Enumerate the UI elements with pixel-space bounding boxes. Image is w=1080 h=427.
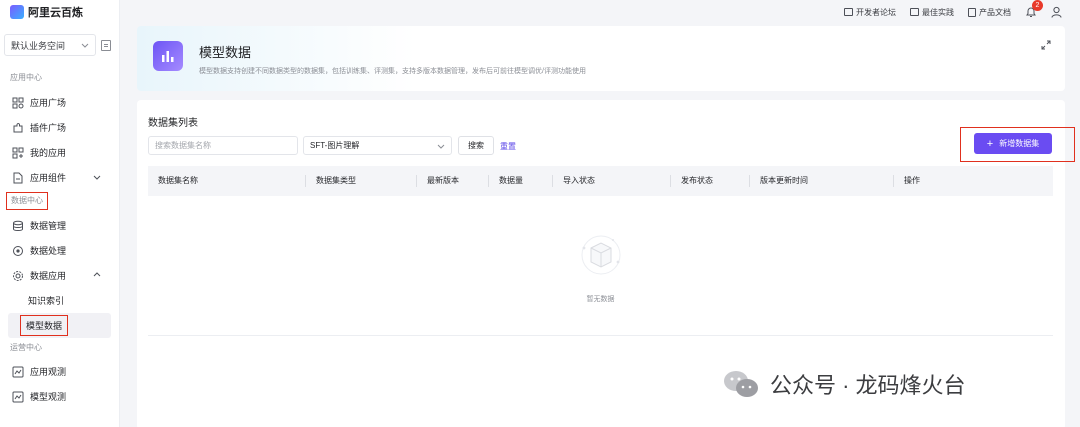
wechat-icon (724, 371, 758, 397)
column-divider (670, 175, 671, 187)
sidebar-item-label: 数据应用 (30, 271, 67, 281)
top-bar: 开发者论坛 最佳实践 产品文档 2 (120, 0, 1080, 24)
sidebar-item-label: 插件广场 (30, 123, 67, 133)
link-label: 最佳实践 (922, 7, 954, 17)
chevron-down-icon (93, 175, 101, 180)
column-header: 数据量 (499, 176, 523, 185)
puzzle-icon (12, 122, 24, 134)
section-ops-center: 运营中心 (10, 343, 42, 352)
chevron-down-icon (81, 43, 89, 48)
document-icon[interactable] (101, 39, 111, 51)
empty-text: 暂无数据 (586, 296, 615, 303)
section-data-center: 数据中心 (6, 192, 48, 210)
grid-icon (12, 97, 24, 109)
monitor-icon (12, 391, 24, 403)
selected-type: SFT-图片理解 (310, 141, 360, 150)
practice-icon (910, 8, 919, 16)
sidebar-item-label: 模型数据 (20, 315, 69, 336)
chevron-down-icon (437, 144, 445, 149)
column-header: 导入状态 (563, 176, 595, 185)
column-divider (305, 175, 306, 187)
link-product-docs[interactable]: 产品文档 (968, 7, 1011, 18)
watermark: 公众号 · 龙码烽火台 (722, 368, 966, 400)
component-icon (12, 172, 24, 184)
sidebar-item-data-application[interactable]: 数据应用 (0, 263, 119, 288)
sidebar-item-model-data[interactable]: 模型数据 (8, 313, 111, 338)
chevron-up-icon (93, 272, 101, 277)
app-logo[interactable]: 阿里云百炼 (0, 0, 119, 24)
column-divider (749, 175, 750, 187)
sidebar-item-label: 应用观测 (30, 367, 67, 377)
page-header-card: 模型数据 模型数据支持创建不同数据类型的数据集，包括训练集、评测集，支持多版本数… (137, 26, 1065, 91)
database-icon (12, 220, 24, 232)
column-divider (416, 175, 417, 187)
sidebar-item-my-apps[interactable]: 我的应用 (0, 140, 119, 165)
collapse-icon[interactable] (1041, 40, 1051, 50)
sidebar-item-label: 我的应用 (30, 148, 67, 158)
sidebar-item-data-management[interactable]: 数据管理 (0, 213, 119, 238)
sidebar-item-label: 知识索引 (28, 296, 65, 306)
link-best-practice[interactable]: 最佳实践 (910, 7, 954, 18)
sidebar-item-label: 应用组件 (30, 173, 67, 183)
section-app-center: 应用中心 (10, 73, 42, 82)
sidebar-item-app-plaza[interactable]: 应用广场 (0, 90, 119, 115)
sidebar-item-app-components[interactable]: 应用组件 (0, 165, 119, 190)
sidebar-item-label: 应用广场 (30, 98, 67, 108)
user-icon[interactable] (1051, 6, 1062, 18)
plus-icon: + (986, 137, 994, 150)
dataset-type-select[interactable]: SFT-图片理解 (303, 136, 452, 155)
list-title: 数据集列表 (148, 118, 198, 129)
add-dataset-label: 新增数据集 (999, 139, 1040, 148)
sidebar-item-knowledge-index[interactable]: 知识索引 (0, 288, 119, 313)
cube-logo-icon (10, 5, 24, 19)
workspace-row: 默认业务空间 (4, 34, 119, 56)
apps-icon (12, 147, 24, 159)
document-icon (968, 7, 976, 17)
notification-badge: 2 (1032, 0, 1043, 11)
column-header: 操作 (904, 176, 920, 185)
process-icon (12, 245, 24, 257)
column-header: 版本更新时间 (760, 176, 808, 185)
workspace-name: 默认业务空间 (11, 40, 66, 51)
app-name: 阿里云百炼 (28, 7, 83, 19)
sidebar-item-model-observe[interactable]: 模型观测 (0, 384, 119, 409)
column-header: 数据集类型 (316, 176, 356, 185)
gear-icon (12, 270, 24, 282)
sidebar-item-plugin-plaza[interactable]: 插件广场 (0, 115, 119, 140)
watermark-text: 公众号 · 龙码烽火台 (770, 373, 966, 398)
add-dataset-button[interactable]: + 新增数据集 (974, 133, 1052, 154)
table-header: 数据集名称 数据集类型 最新版本 数据量 导入状态 发布状态 版本更新时间 操作 (148, 166, 1053, 196)
sidebar-item-label: 数据处理 (30, 246, 67, 256)
page-description: 模型数据支持创建不同数据类型的数据集，包括训练集、评测集，支持多版本数据管理，发… (199, 68, 586, 75)
search-button[interactable]: 搜索 (458, 136, 494, 155)
column-divider (893, 175, 894, 187)
workspace-select[interactable]: 默认业务空间 (4, 34, 96, 56)
sidebar-item-app-observe[interactable]: 应用观测 (0, 359, 119, 384)
sidebar-item-data-processing[interactable]: 数据处理 (0, 238, 119, 263)
column-divider (488, 175, 489, 187)
section-data-center-row: 数据中心 (0, 192, 119, 210)
link-developer-forum[interactable]: 开发者论坛 (844, 7, 896, 18)
monitor-icon (12, 366, 24, 378)
column-header: 数据集名称 (158, 176, 198, 185)
bar-chart-icon (153, 41, 183, 71)
link-label: 开发者论坛 (856, 7, 896, 17)
column-divider (552, 175, 553, 187)
empty-state: 暂无数据 (148, 196, 1053, 336)
sidebar-item-label: 数据管理 (30, 221, 67, 231)
reset-link[interactable]: 重置 (500, 141, 516, 152)
forum-icon (844, 8, 853, 16)
link-label: 产品文档 (979, 7, 1011, 17)
column-header: 发布状态 (681, 176, 713, 185)
sidebar-item-label: 模型观测 (30, 392, 67, 402)
column-header: 最新版本 (427, 176, 459, 185)
notification-button[interactable]: 2 (1025, 0, 1043, 18)
page-title: 模型数据 (199, 45, 252, 60)
dataset-search-input[interactable] (148, 136, 298, 155)
empty-box-icon (581, 235, 621, 275)
sidebar: 阿里云百炼 默认业务空间 应用中心 应用广场 插件广场 我的应用 应用组件 数据… (0, 0, 120, 427)
